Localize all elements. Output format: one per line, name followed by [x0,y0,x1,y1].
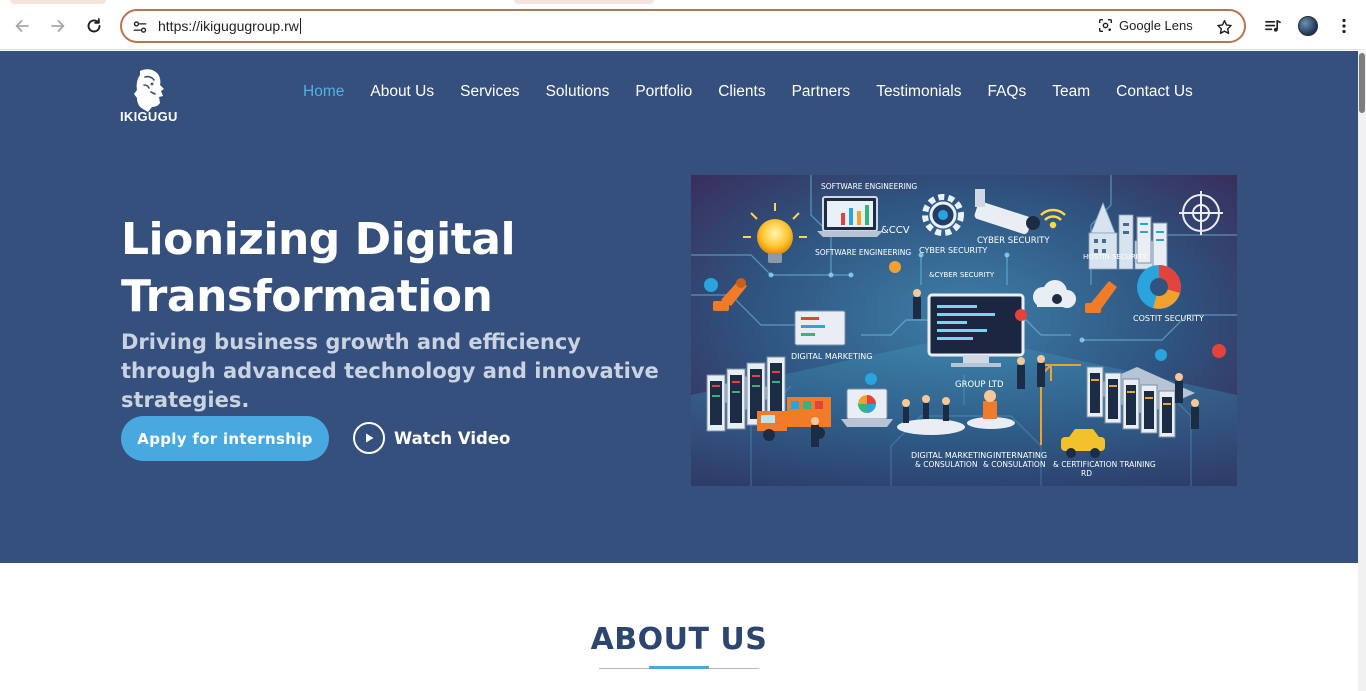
nav-contact-us[interactable]: Contact Us [1116,83,1193,105]
nav-home[interactable]: Home [303,83,344,105]
site-settings-icon [133,21,147,33]
back-button[interactable] [8,12,36,40]
illustration-label: SOFTWARE ENGINEERING [821,182,917,191]
illustration-label: HOSTIN SECURITY [1083,253,1147,261]
hero-section: IKIGUGU Home About Us Services Solutions… [0,51,1358,563]
illustration-label: & CERTIFICATION TRAINING [1053,460,1156,469]
bookmark-button[interactable] [1214,17,1234,37]
forward-arrow-icon [51,20,65,32]
tab-edge [514,0,654,4]
illustration-label: INTERNATING [993,451,1047,460]
watch-video-button[interactable]: Watch Video [353,422,510,454]
reload-icon [87,18,101,33]
illustration-label: CYBER SECURITY [977,236,1050,246]
apply-internship-button[interactable]: Apply for internship [121,416,329,461]
media-controls-icon [1264,19,1281,32]
illustration-label: DIGITAL MARKETING [911,451,992,460]
url-text[interactable]: https://ikigugugroup.rw [158,18,301,34]
nav-solutions[interactable]: Solutions [546,83,610,105]
hero-subtitle: Driving business growth and efficiency t… [121,330,659,412]
logo-text: IKIGUGU [120,109,178,124]
nav-about-us[interactable]: About Us [370,83,434,105]
page-viewport: IKIGUGU Home About Us Services Solutions… [0,51,1358,691]
nav-team[interactable]: Team [1052,83,1090,105]
media-controls-button[interactable] [1260,14,1284,38]
illustration-label: CYBER SECURITY [919,246,987,255]
illustration-label: COSTIT SECURITY [1133,314,1204,323]
more-menu-button[interactable] [1332,14,1356,38]
hero-illustration: SOFTWARE ENGINEERING &CCV SOFTWARE ENGIN… [691,175,1237,486]
bookmark-star-icon [1216,19,1232,34]
site-info-button[interactable] [130,17,150,37]
illustration-label: & CONSULATION [915,460,977,469]
play-icon [353,422,385,454]
nav-portfolio[interactable]: Portfolio [635,83,692,105]
nav-services[interactable]: Services [460,83,519,105]
illustration-label: RD [1081,469,1092,478]
about-us-heading: ABOUT US [590,622,768,657]
nav-clients[interactable]: Clients [718,83,765,105]
tab-edge [10,0,106,4]
nav-partners[interactable]: Partners [792,83,851,105]
nav-testimonials[interactable]: Testimonials [876,83,961,105]
more-menu-icon [1342,18,1346,34]
tech-illustration-graphic: SOFTWARE ENGINEERING &CCV SOFTWARE ENGIN… [691,175,1237,486]
address-bar[interactable]: https://ikigugugroup.rw Google Lens [120,9,1246,43]
forward-button[interactable] [44,12,72,40]
main-navigation: Home About Us Services Solutions Portfol… [303,83,1193,105]
reload-button[interactable] [80,12,108,40]
watch-video-label: Watch Video [394,428,511,448]
tab-strip [0,0,1366,4]
back-arrow-icon [15,20,29,32]
heading-divider-accent [649,666,709,669]
nav-faqs[interactable]: FAQs [987,83,1026,105]
browser-toolbar: https://ikigugugroup.rw Google Lens [0,0,1366,50]
scrollbar-thumb[interactable] [1359,53,1365,113]
illustration-label: DIGITAL MARKETING [791,352,872,361]
google-lens-button[interactable]: Google Lens [1098,18,1193,33]
profile-avatar[interactable] [1298,16,1318,36]
illustration-label: SOFTWARE ENGINEERING [815,248,911,257]
hero-title: Lionizing Digital Transformation [121,214,516,322]
illustration-label: &CYBER SECURITY [929,271,995,279]
page-scrollbar[interactable] [1358,51,1366,691]
illustration-label: & CONSULATION [983,460,1045,469]
google-lens-label: Google Lens [1119,18,1193,33]
illustration-label: &CCV [881,225,910,236]
google-lens-icon [1098,18,1113,33]
illustration-label: GROUP LTD [955,380,1004,390]
